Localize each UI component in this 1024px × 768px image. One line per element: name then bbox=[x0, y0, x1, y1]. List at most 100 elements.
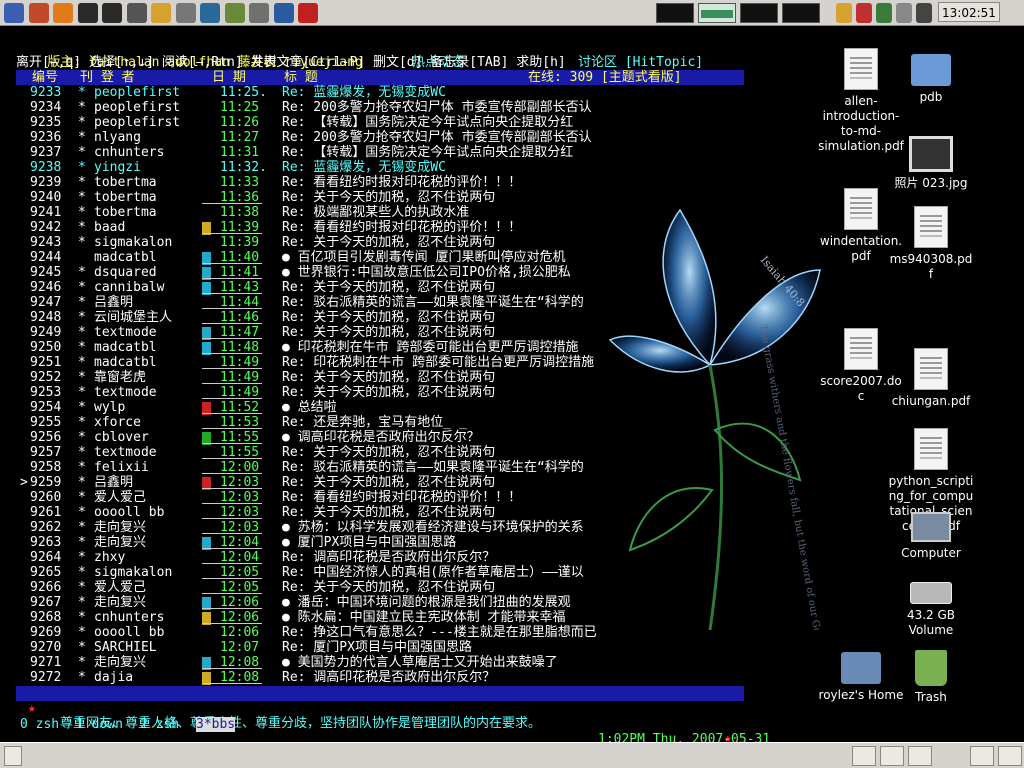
post-row[interactable]: 9236 * nlyang 11:27 Re: 200多警力抢夺农妇尸体 市委宣传部副部… bbox=[16, 130, 806, 145]
user-tray-icon[interactable] bbox=[836, 3, 852, 23]
books-icon[interactable] bbox=[224, 3, 245, 23]
post-row[interactable]: 9268 * cnhunters 12:06 ● 陈水扁：中国建立民主宪政体制 才能带来… bbox=[16, 610, 806, 625]
post-row[interactable]: 9246 * cannibalw 11:43 Re: 关于今天的加税，忍不住说两句 bbox=[16, 280, 806, 295]
post-row[interactable]: 9266 * 爱人爱己 12:05 Re: 关于今天的加税，忍不住说两句 bbox=[16, 580, 806, 595]
desktop-icon-image[interactable]: 照片 023.jpg bbox=[888, 130, 974, 191]
post-row[interactable]: 9269 * ooooll bb 12:06 Re: 挣这口气有意思么？---楼主就是在… bbox=[16, 625, 806, 640]
post-row[interactable]: 9261 * ooooll bb 12:03 Re: 关于今天的加税，忍不住说两句 bbox=[16, 505, 806, 520]
post-title: ● 美国势力的代言人草庵居士又开始出来鼓噪了 bbox=[282, 655, 558, 670]
user-icon[interactable] bbox=[151, 3, 171, 23]
post-row[interactable]: 9254 * wylp 11:52 ● 总结啦 bbox=[16, 400, 806, 415]
screen-window-tab[interactable]: 2 zsh bbox=[140, 717, 179, 732]
desktop-icon-pdf[interactable]: chiungan.pdf bbox=[888, 348, 974, 409]
desktop-icon-pdf[interactable]: ms940308.pdf bbox=[888, 206, 974, 282]
desktop-icon-label: chiungan.pdf bbox=[891, 394, 971, 408]
post-row[interactable]: 9243 * sigmakalon 11:39 Re: 关于今天的加税，忍不住说两句 bbox=[16, 235, 806, 250]
document-icon[interactable] bbox=[273, 3, 294, 23]
tools-icon[interactable] bbox=[249, 3, 269, 23]
taskbar-button-2[interactable] bbox=[880, 746, 904, 766]
post-row[interactable]: 9251 * madcatbl 11:49 Re: 印花税刺在牛市 跨部委可能出台更严厉… bbox=[16, 355, 806, 370]
post-row[interactable]: 9260 * 爱人爱己 12:03 Re: 看看纽约时报对印花税的评价！！！ bbox=[16, 490, 806, 505]
post-row[interactable]: 9242 * baad 11:39 Re: 看看纽约时报对印花税的评价！！！ bbox=[16, 220, 806, 235]
pager-desktop-4[interactable] bbox=[782, 3, 820, 23]
post-row[interactable]: 9265 * sigmakalon 12:05 Re: 中国经济惊人的真相(原作者草庵居… bbox=[16, 565, 806, 580]
taskbar-button-3[interactable] bbox=[908, 746, 932, 766]
post-row[interactable]: 9237 * cnhunters 11:31 Re: 【转载】国务院决定今年试点向央企提… bbox=[16, 145, 806, 160]
post-row[interactable]: 9264 * zhxy 12:04 Re: 调高印花税是否政府出尔反尔？ bbox=[16, 550, 806, 565]
post-row[interactable]: 9233 * peoplefirst 11:25. Re: 蓝霾爆发，无锡变成WC bbox=[16, 85, 806, 100]
network-tray-icon[interactable] bbox=[876, 3, 892, 23]
post-time: 12:03 bbox=[220, 505, 260, 520]
desktop-icon-trash[interactable]: Trash bbox=[888, 648, 974, 705]
post-number: 9271 bbox=[30, 655, 62, 670]
post-row[interactable]: 9262 * 走向复兴 12:03 ● 苏杨：以科学发展观看经济建设与环境保护的关系 bbox=[16, 520, 806, 535]
pdf-icon[interactable] bbox=[298, 3, 318, 23]
browser-icon[interactable] bbox=[53, 3, 73, 23]
panel-clock[interactable]: 13:02:51 bbox=[938, 2, 1000, 22]
volume-icon[interactable] bbox=[916, 3, 932, 23]
col-title: 标 题 bbox=[284, 70, 318, 85]
post-title: ● 陈水扁：中国建立民主宪政体制 才能带来幸福 bbox=[282, 610, 566, 625]
desktop-icon-computer[interactable]: Computer bbox=[888, 508, 974, 561]
post-author: tobertma bbox=[94, 205, 157, 220]
post-row[interactable]: 9238 * yingzi 11:32. Re: 蓝霾爆发，无锡变成WC bbox=[16, 160, 806, 175]
pager-desktop-2[interactable] bbox=[698, 3, 736, 23]
post-author: felixii bbox=[94, 460, 149, 475]
post-row[interactable]: 9257 * textmode 11:55 Re: 关于今天的加税，忍不住说两句 bbox=[16, 445, 806, 460]
post-row[interactable]: >9259 * 吕鑫明 12:03 Re: 关于今天的加税，忍不住说两句 bbox=[16, 475, 806, 490]
post-row[interactable]: 9245 * dsquared 11:41 ● 世界银行:中国故意压低公司IPO价格,损… bbox=[16, 265, 806, 280]
stop-tray-icon[interactable] bbox=[856, 3, 872, 23]
post-row[interactable]: 9239 * tobertma 11:33 Re: 看看纽约时报对印花税的评价！！！ bbox=[16, 175, 806, 190]
screen-window-tab[interactable]: 3*bbs bbox=[196, 717, 236, 732]
post-flag: * bbox=[78, 220, 86, 235]
post-row[interactable]: 9263 * 走向复兴 12:04 ● 厦门PX项目与中国强国思路 bbox=[16, 535, 806, 550]
kde-menu-icon[interactable] bbox=[4, 3, 24, 23]
post-flag: * bbox=[78, 445, 86, 460]
post-author: madcatbl bbox=[94, 250, 157, 265]
post-title: Re: 还是奔驰，宝马有地位_ _ bbox=[282, 415, 467, 430]
post-row[interactable]: 9267 * 走向复兴 12:06 ● 潘岳：中国环境问题的根源是我们扭曲的发展观 bbox=[16, 595, 806, 610]
post-number: 9239 bbox=[30, 175, 62, 190]
post-row[interactable]: 9250 * madcatbl 11:48 ● 印花税刺在牛市 跨部委可能出台更严厉调控… bbox=[16, 340, 806, 355]
post-row[interactable]: 9234 * peoplefirst 11:25 Re: 200多警力抢夺农妇尸体 市委… bbox=[16, 100, 806, 115]
taskbar-button-5[interactable] bbox=[998, 746, 1022, 766]
terminal-icon[interactable] bbox=[77, 3, 98, 23]
pager-desktop-1[interactable] bbox=[656, 3, 694, 23]
post-flag: * bbox=[78, 520, 86, 535]
post-flag: * bbox=[78, 115, 86, 130]
home-folder-icon[interactable] bbox=[28, 3, 49, 23]
post-row[interactable]: 9255 * xforce 11:53 Re: 还是奔驰，宝马有地位_ _ bbox=[16, 415, 806, 430]
screen-window-tab[interactable]: 1 down bbox=[76, 717, 123, 732]
post-row[interactable]: 9241 * tobertma 11:38 Re: 极端鄙视某些人的执政水准 bbox=[16, 205, 806, 220]
taskbar-button-1[interactable] bbox=[852, 746, 876, 766]
desktop-icon-folder[interactable]: pdb bbox=[888, 48, 974, 105]
post-row[interactable]: 9272 * dajia 12:08 Re: 调高印花税是否政府出尔反尔？ bbox=[16, 670, 806, 685]
post-row[interactable]: 9270 * SARCHIEL 12:07 Re: 厦门PX项目与中国强国思路 bbox=[16, 640, 806, 655]
post-title: Re: 关于今天的加税，忍不住说两句 bbox=[282, 310, 496, 325]
post-title: ● 厦门PX项目与中国强国思路 bbox=[282, 535, 457, 550]
taskbar-button-4[interactable] bbox=[970, 746, 994, 766]
post-row[interactable]: 9256 * cblover 11:55 ● 调高印花税是否政府出尔反尔？ bbox=[16, 430, 806, 445]
post-row[interactable]: 9240 * tobertma 11:36 Re: 关于今天的加税，忍不住说两句 bbox=[16, 190, 806, 205]
post-title: Re: 极端鄙视某些人的执政水准 bbox=[282, 205, 470, 220]
post-row[interactable]: 9249 * textmode 11:47 Re: 关于今天的加税，忍不住说两句 bbox=[16, 325, 806, 340]
post-row[interactable]: 9247 * 吕鑫明 11:44 Re: 驳右派精英的谎言——如果袁隆平诞生在“科学的 bbox=[16, 295, 806, 310]
screen-window-tab[interactable]: 0 zsh bbox=[20, 717, 59, 732]
post-row[interactable]: 9253 * textmode 11:49 Re: 关于今天的加税，忍不住说两句 bbox=[16, 385, 806, 400]
terminal-alt-icon[interactable] bbox=[102, 3, 122, 23]
post-row[interactable]: 9244 madcatbl 11:40 ● 百亿项目引发剧毒传闻 厦门果断叫停应对危机 bbox=[16, 250, 806, 265]
show-desktop-button[interactable] bbox=[4, 746, 22, 766]
post-author: cnhunters bbox=[94, 610, 165, 625]
post-row[interactable]: 9252 * 靠窗老虎 11:49 Re: 关于今天的加税，忍不住说两句 bbox=[16, 370, 806, 385]
settings-icon[interactable] bbox=[126, 3, 147, 23]
monitor-icon[interactable] bbox=[200, 3, 220, 23]
post-row[interactable]: 9258 * felixii 12:00 Re: 驳右派精英的谎言——如果袁隆平诞生在“… bbox=[16, 460, 806, 475]
editor-icon[interactable] bbox=[175, 3, 196, 23]
printer-tray-icon[interactable] bbox=[896, 3, 912, 23]
post-row[interactable]: 9235 * peoplefirst 11:26 Re: 【转载】国务院决定今年试点向央… bbox=[16, 115, 806, 130]
bbs-terminal[interactable]: 版主: faithalan adolfhan 藤井树 riyuejiang 热点动… bbox=[16, 40, 816, 747]
desktop-icon-drive[interactable]: 43.2 GB Volume bbox=[888, 574, 974, 638]
post-row[interactable]: 9271 * 走向复兴 12:08 ● 美国势力的代言人草庵居士又开始出来鼓噪了 bbox=[16, 655, 806, 670]
pager-desktop-3[interactable] bbox=[740, 3, 778, 23]
post-row[interactable]: 9248 * 云间城堡主人 11:46 Re: 关于今天的加税，忍不住说两句 bbox=[16, 310, 806, 325]
